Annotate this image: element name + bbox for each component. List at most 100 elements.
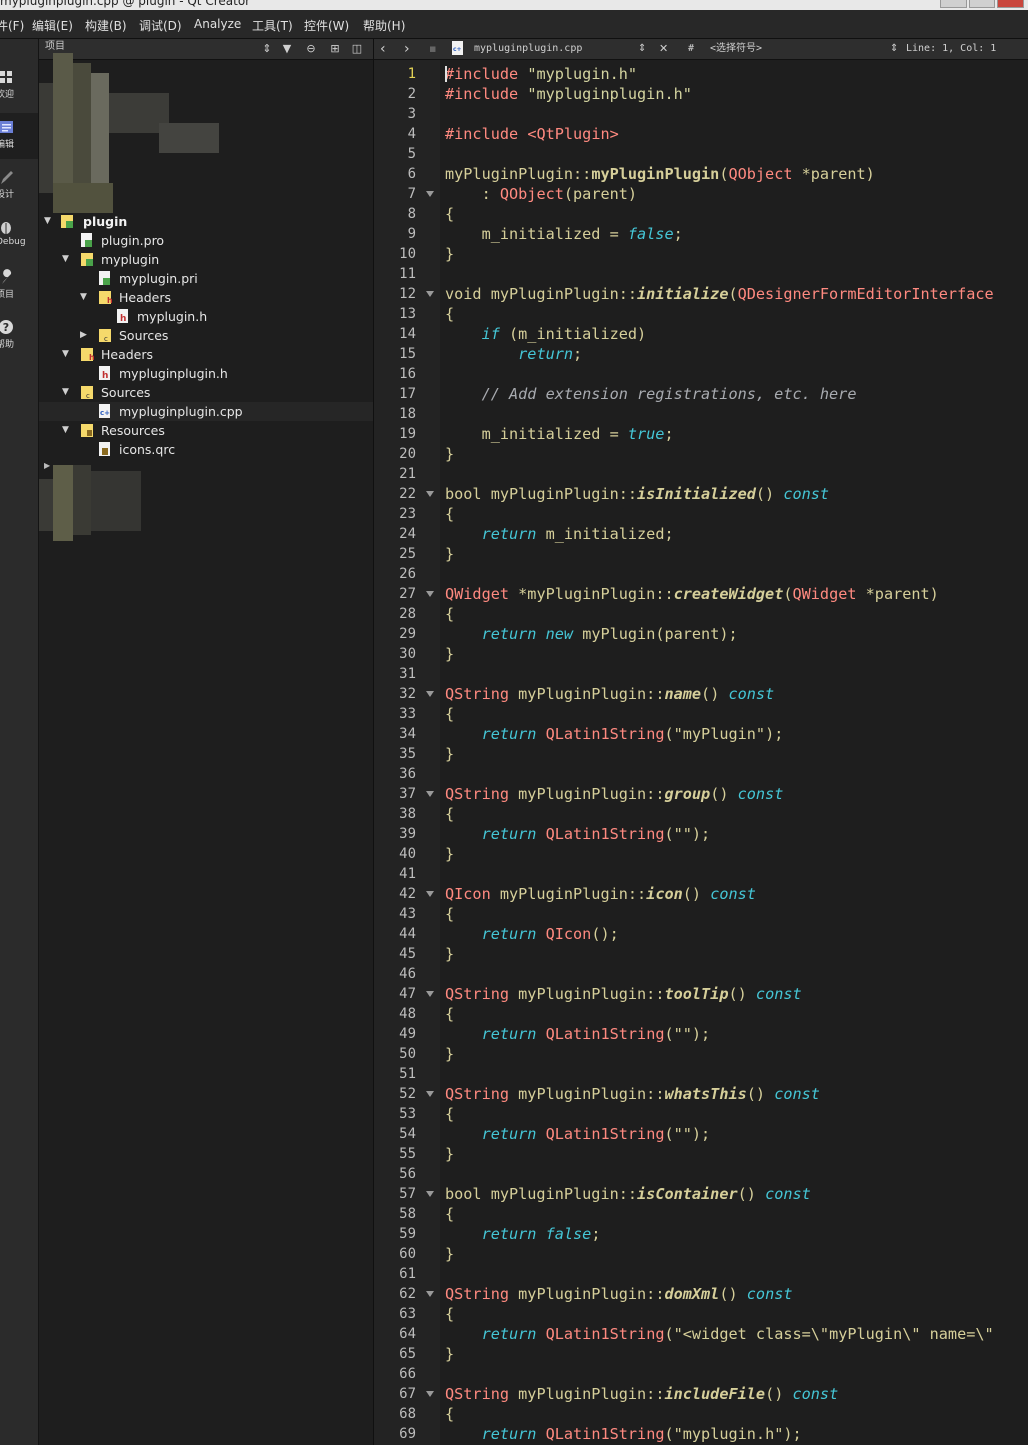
code-token: const (737, 785, 784, 803)
header-file-icon: h (99, 366, 112, 381)
fold-marker-icon[interactable] (426, 1291, 434, 1297)
tree-item-resources[interactable]: ▼ Resources (39, 421, 373, 440)
line-number: 5 (407, 146, 416, 162)
filter-icon[interactable]: ▼ (279, 41, 295, 57)
header-folder-icon: h (99, 290, 113, 305)
tree-item-myplugin-h[interactable]: h myplugin.h (39, 307, 373, 326)
line-number: 61 (399, 1266, 416, 1282)
fold-marker-icon[interactable] (426, 591, 434, 597)
line-number: 37 (399, 786, 416, 802)
tree-item-mypluginplugin-h[interactable]: h mypluginplugin.h (39, 364, 373, 383)
fold-marker-icon[interactable] (426, 991, 434, 997)
fold-marker-icon[interactable] (426, 1091, 434, 1097)
symbol-selector-arrows-icon[interactable]: ⇕ (890, 41, 898, 57)
expand-arrow-icon[interactable]: ▼ (62, 253, 72, 265)
code-token: myPluginPlugin:: (509, 1085, 665, 1103)
code-line: { (445, 804, 454, 824)
tree-item-mypluginplugin-cpp[interactable]: c+ mypluginplugin.cpp (39, 402, 373, 421)
menu-controls[interactable]: 控件(W) (304, 17, 349, 34)
menu-file[interactable]: 件(F) (0, 17, 24, 34)
cursor-position[interactable]: Line: 1, Col: 1 (906, 41, 996, 57)
back-arrow-icon[interactable]: ‹ (380, 41, 386, 57)
mode-debug[interactable]: Debug (0, 213, 38, 259)
svg-text:c: c (86, 392, 90, 400)
code-token: const (728, 685, 775, 703)
fold-marker-icon[interactable] (426, 691, 434, 697)
code-token: myPluginPlugin:: (445, 165, 592, 183)
mode-edit[interactable]: 编辑 (0, 113, 38, 159)
tree-item-plugin[interactable]: ▼ plugin (39, 212, 373, 231)
expand-arrow-icon[interactable]: ▼ (44, 215, 54, 227)
line-number: 43 (399, 906, 416, 922)
code-token: createWidget (673, 585, 784, 603)
menu-tools[interactable]: 工具(T) (252, 17, 293, 34)
expand-arrow-icon[interactable]: ▼ (80, 291, 90, 303)
tree-item-plugin-pro[interactable]: plugin.pro (39, 231, 373, 250)
sort-arrows-icon[interactable]: ⇕ (259, 41, 275, 57)
code-token: QString (445, 1385, 510, 1403)
mode-label: 编辑 (0, 140, 15, 150)
code-token: QWidget (445, 585, 510, 603)
fold-marker-icon[interactable] (426, 191, 434, 197)
close-document-icon[interactable]: ✕ (659, 41, 668, 57)
collapse-arrow-icon[interactable]: ▶ (80, 329, 90, 341)
tree-item-icons-qrc[interactable]: icons.qrc (39, 440, 373, 459)
mode-help[interactable]: ? 帮助 (0, 313, 38, 359)
expand-arrow-icon[interactable]: ▼ (62, 424, 72, 436)
code-token: QWidget (792, 585, 857, 603)
mode-label: 帮助 (0, 340, 15, 350)
code-token: return (481, 525, 537, 543)
code-token: bool myPluginPlugin:: (445, 1185, 638, 1203)
fold-marker-icon[interactable] (426, 891, 434, 897)
code-token: { (445, 505, 455, 523)
split-icon[interactable]: ⊞ (327, 41, 343, 57)
fold-marker-icon[interactable] (426, 491, 434, 497)
line-number: 40 (399, 846, 416, 862)
project-sidebar: 项目 ⇕ ▼ ⊖ ⊞ ◫ ▼ plugin plugin.pro ▼ myplu… (39, 39, 374, 1445)
close-button[interactable] (997, 0, 1025, 8)
tree-item-headers[interactable]: ▼ h Headers (39, 288, 373, 307)
line-number: 63 (399, 1306, 416, 1322)
code-line: } (445, 1144, 454, 1164)
close-sidebar-icon[interactable]: ◫ (349, 41, 365, 57)
menu-edit[interactable]: 编辑(E) (32, 17, 73, 34)
tree-item-sources-collapsed[interactable]: ▶ c Sources (39, 326, 373, 345)
tree-item-headers-root[interactable]: ▼ h Headers (39, 345, 373, 364)
symbol-selector[interactable]: <选择符号> (710, 41, 762, 57)
tree-item-myplugin[interactable]: ▼ myplugin (39, 250, 373, 269)
code-line: QString myPluginPlugin::domXml() const (445, 1284, 793, 1304)
tree-item-myplugin-pri[interactable]: myplugin.pri (39, 269, 373, 288)
line-number: 59 (399, 1226, 416, 1242)
line-number: 25 (399, 546, 416, 562)
menu-build[interactable]: 构建(B) (85, 17, 127, 34)
minimize-button[interactable] (940, 0, 967, 8)
menu-help[interactable]: 帮助(H) (363, 17, 405, 34)
mode-welcome[interactable]: 欢迎 (0, 63, 38, 109)
tree-item-sources-root[interactable]: ▼ c Sources (39, 383, 373, 402)
mode-design[interactable]: 设计 (0, 163, 38, 209)
mode-projects[interactable]: 项目 (0, 263, 38, 309)
menu-analyze[interactable]: Analyze (194, 17, 241, 31)
fold-marker-icon[interactable] (426, 791, 434, 797)
svg-text:h: h (120, 314, 126, 324)
forward-arrow-icon[interactable]: › (404, 41, 410, 57)
fold-marker-icon[interactable] (426, 291, 434, 297)
link-icon[interactable]: ⊖ (303, 41, 319, 57)
expand-arrow-icon[interactable]: ▼ (62, 386, 72, 398)
wrench-icon (2, 269, 12, 284)
fold-marker-icon[interactable] (426, 1391, 434, 1397)
maximize-button[interactable] (968, 0, 996, 8)
code-token: ; (591, 1225, 601, 1243)
line-number: 16 (399, 366, 416, 382)
sidebar-view-label[interactable]: 项目 (45, 37, 65, 52)
expand-arrow-icon[interactable]: ▼ (62, 348, 72, 360)
file-selector-arrows-icon[interactable]: ⇕ (638, 41, 646, 57)
menu-debug[interactable]: 调试(D) (139, 17, 182, 34)
fold-marker-icon[interactable] (426, 1191, 434, 1197)
line-number: 60 (399, 1246, 416, 1262)
code-editor[interactable]: #include "myplugin.h" #include "mypluginp… (445, 60, 1028, 1445)
open-file-selector[interactable]: mypluginplugin.cpp (474, 41, 582, 57)
code-token: { (445, 805, 455, 823)
window-controls (940, 0, 1025, 8)
